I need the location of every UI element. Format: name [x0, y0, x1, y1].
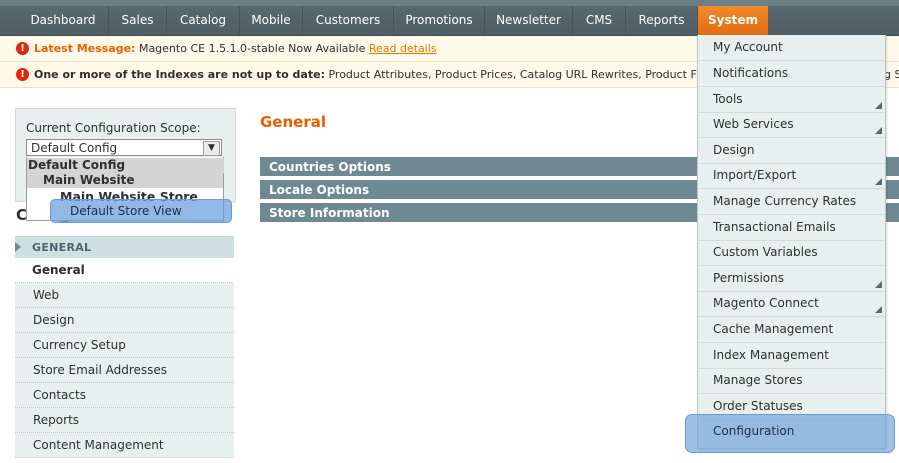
exclamation-icon: !: [16, 42, 29, 55]
menu-item-label: My Account: [713, 40, 783, 54]
index-message-lead: One or more of the Indexes are not up to…: [34, 68, 325, 81]
menu-item-label: Tools: [713, 92, 743, 106]
menu-item-import-export[interactable]: Import/Export: [698, 163, 885, 189]
menu-item-cache-management[interactable]: Cache Management: [698, 317, 885, 343]
menu-item-web-services[interactable]: Web Services: [698, 112, 885, 138]
menu-item-label: Manage Stores: [713, 373, 803, 387]
caret-right-icon: [15, 242, 21, 252]
sidebar-item-reports[interactable]: Reports: [15, 408, 234, 433]
scope-label: Current Configuration Scope:: [26, 121, 201, 135]
submenu-arrow-icon: [875, 281, 882, 288]
nav-sales[interactable]: Sales: [109, 6, 167, 35]
exclamation-icon: !: [16, 68, 29, 81]
submenu-arrow-icon: [875, 178, 882, 185]
nav-system[interactable]: System: [698, 6, 768, 35]
menu-item-manage-currency-rates[interactable]: Manage Currency Rates: [698, 189, 885, 215]
system-dropdown-menu: My Account Notifications Tools Web Servi…: [697, 35, 886, 449]
nav-reports[interactable]: Reports: [626, 6, 698, 35]
latest-message-lead: Latest Message:: [34, 42, 136, 55]
menu-item-label: Order Statuses: [713, 399, 803, 413]
menu-item-my-account[interactable]: My Account: [698, 35, 885, 61]
menu-item-label: Notifications: [713, 66, 789, 80]
sidebar-item-store-email-addresses[interactable]: Store Email Addresses: [15, 358, 234, 383]
latest-message: Latest Message: Magento CE 1.5.1.0-stabl…: [34, 36, 437, 61]
menu-item-notifications[interactable]: Notifications: [698, 61, 885, 87]
menu-item-label: Magento Connect: [713, 296, 819, 310]
sidebar-item-design[interactable]: Design: [15, 308, 234, 333]
submenu-arrow-icon: [875, 127, 882, 134]
menu-item-design[interactable]: Design: [698, 138, 885, 164]
sidebar-item-contacts[interactable]: Contacts: [15, 383, 234, 408]
menu-item-configuration[interactable]: Configuration: [698, 419, 885, 445]
page-title: General: [260, 113, 326, 131]
menu-item-magento-connect[interactable]: Magento Connect: [698, 291, 885, 317]
nav-cms[interactable]: CMS: [573, 6, 626, 35]
menu-item-label: Web Services: [713, 117, 794, 131]
nav-customers[interactable]: Customers: [303, 6, 394, 35]
scope-selected-value: Default Config: [31, 141, 118, 155]
menu-item-label: Custom Variables: [713, 245, 818, 259]
sidebar-group-label: GENERAL: [32, 241, 92, 254]
scope-option-main-website[interactable]: Main Website: [27, 173, 223, 188]
sidebar-item-currency-setup[interactable]: Currency Setup: [15, 333, 234, 358]
latest-message-text: Magento CE 1.5.1.0-stable Now Available: [138, 42, 366, 55]
scope-option-default-store-view[interactable]: Default Store View: [70, 204, 182, 218]
chevron-down-icon[interactable]: ▼: [203, 141, 220, 156]
nav-mobile[interactable]: Mobile: [240, 6, 303, 35]
scope-select[interactable]: Default Config ▼: [26, 139, 222, 156]
top-nav: Dashboard Sales Catalog Mobile Customers…: [0, 0, 899, 36]
menu-item-label: Index Management: [713, 348, 829, 362]
menu-item-label: Permissions: [713, 271, 784, 285]
sidebar-item-general[interactable]: General: [15, 258, 234, 283]
submenu-arrow-icon: [875, 102, 882, 109]
index-message-tail: g S: [884, 68, 899, 81]
index-message: One or more of the Indexes are not up to…: [34, 62, 791, 87]
nav-newsletter[interactable]: Newsletter: [485, 6, 573, 35]
sidebar-item-content-management[interactable]: Content Management: [15, 433, 234, 458]
submenu-arrow-icon: [875, 306, 882, 313]
menu-item-label: Manage Currency Rates: [713, 194, 857, 208]
menu-item-permissions[interactable]: Permissions: [698, 266, 885, 292]
nav-promotions[interactable]: Promotions: [394, 6, 485, 35]
scope-option-default-config[interactable]: Default Config: [27, 158, 224, 173]
menu-item-label: Import/Export: [713, 168, 797, 182]
nav-catalog[interactable]: Catalog: [167, 6, 240, 35]
sidebar-item-web[interactable]: Web: [15, 283, 234, 308]
menu-item-label: Design: [713, 143, 755, 157]
menu-item-label: Transactional Emails: [713, 220, 836, 234]
sidebar-group-general[interactable]: GENERAL: [15, 236, 234, 258]
menu-item-index-management[interactable]: Index Management: [698, 343, 885, 369]
nav-dashboard[interactable]: Dashboard: [18, 6, 109, 35]
menu-item-transactional-emails[interactable]: Transactional Emails: [698, 215, 885, 241]
menu-item-custom-variables[interactable]: Custom Variables: [698, 240, 885, 266]
menu-item-tools[interactable]: Tools: [698, 87, 885, 113]
menu-item-label: Configuration: [713, 424, 795, 438]
menu-item-label: Cache Management: [713, 322, 834, 336]
menu-item-manage-stores[interactable]: Manage Stores: [698, 368, 885, 394]
read-details-link[interactable]: Read details: [369, 42, 437, 55]
